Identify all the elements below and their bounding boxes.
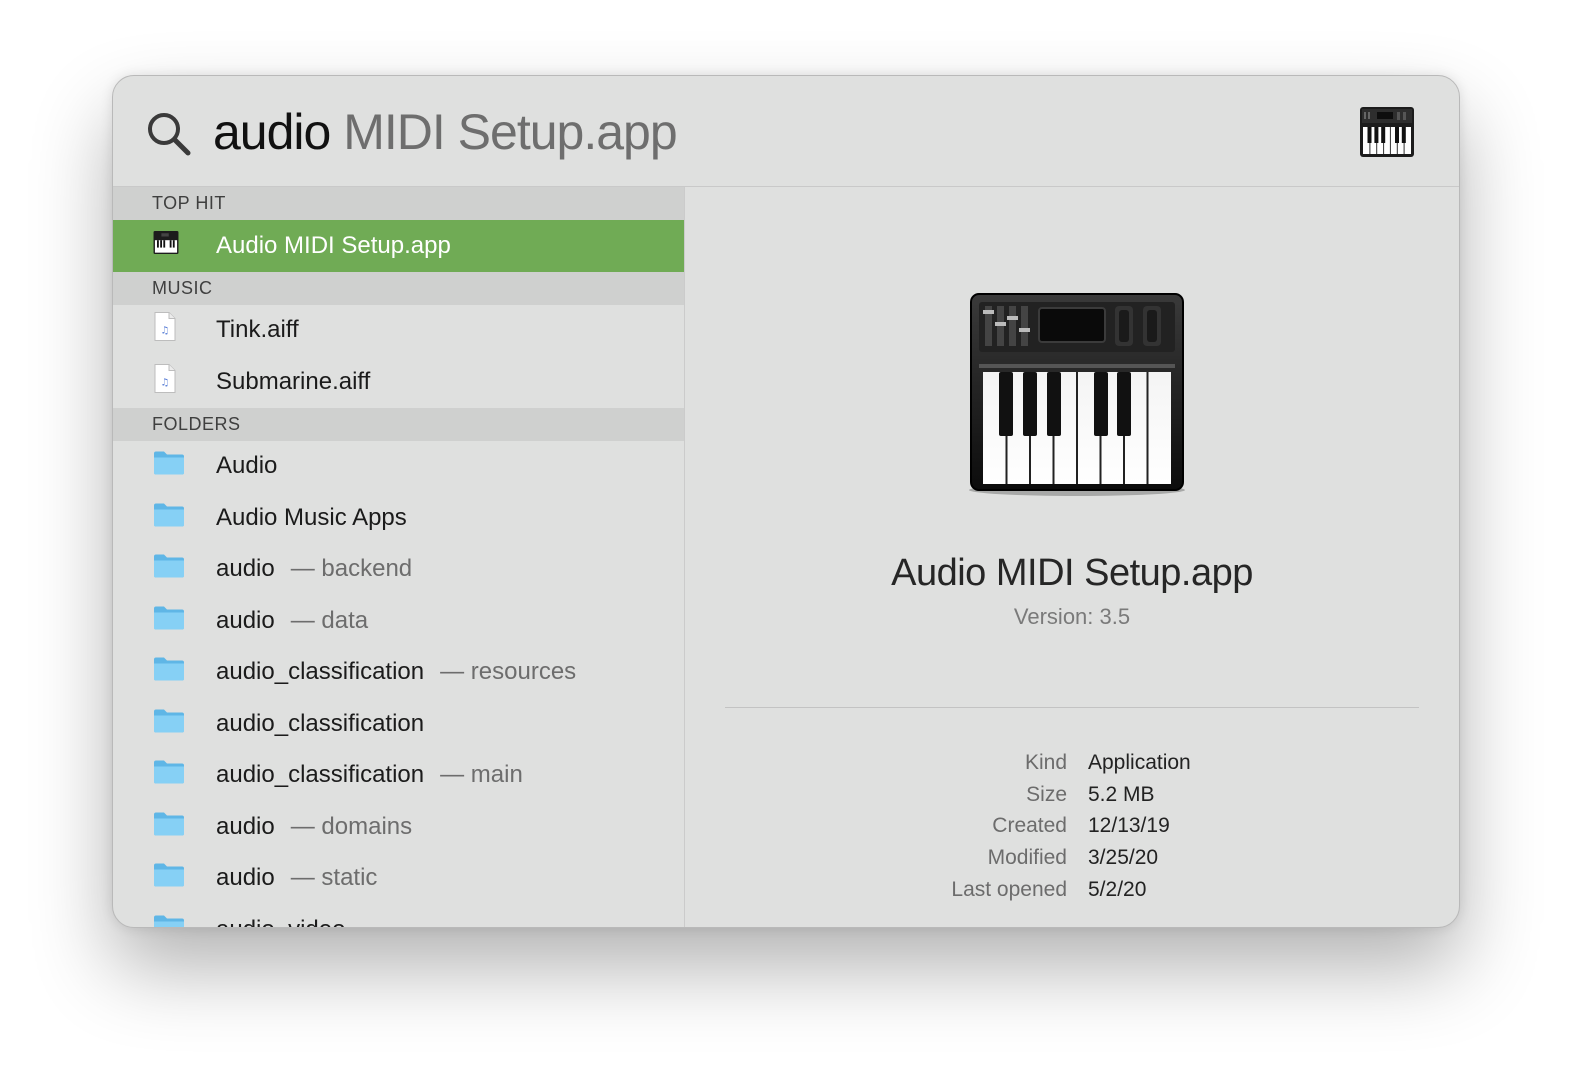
result-item-folder[interactable]: audio_classification — main bbox=[113, 750, 684, 802]
section-header-music: MUSIC bbox=[113, 271, 684, 305]
result-label: audio_classification — resources bbox=[216, 658, 577, 686]
search-bar[interactable]: audio MIDI Setup.app bbox=[113, 76, 1459, 187]
metadata-value: Application bbox=[1088, 751, 1191, 774]
metadata-key: Created bbox=[992, 814, 1067, 838]
result-label: Tink.aiff bbox=[216, 316, 299, 344]
metadata-table: Kind Application Size 5.2 MB Created 12/… bbox=[685, 747, 1459, 905]
metadata-row-modified: Modified 3/25/20 bbox=[685, 842, 1459, 874]
result-label: audio_video bbox=[216, 916, 361, 927]
audio-file-icon: ♫ bbox=[153, 363, 177, 400]
preview-version: Version: 3.5 bbox=[1013, 604, 1131, 629]
result-item-folder[interactable]: audio_video bbox=[113, 904, 684, 927]
svg-text:♫: ♫ bbox=[161, 326, 170, 337]
audio-file-icon: ♫ bbox=[153, 312, 177, 349]
result-item-folder[interactable]: audio_classification — resources bbox=[113, 647, 684, 699]
folder-icon bbox=[153, 913, 185, 927]
result-item-tink[interactable]: ♫ Tink.aiff bbox=[113, 305, 684, 357]
metadata-value: 5/2/20 bbox=[1088, 877, 1147, 901]
metadata-row-kind: Kind Application bbox=[685, 747, 1459, 779]
metadata-value: 5.2 MB bbox=[1088, 782, 1155, 806]
section-header-top-hit: TOP HIT bbox=[113, 187, 684, 220]
metadata-key: Size bbox=[1026, 782, 1067, 806]
result-label: Audio Music Apps bbox=[216, 503, 407, 531]
result-item-folder[interactable]: Audio Music Apps bbox=[113, 492, 684, 544]
metadata-key: Kind bbox=[1024, 751, 1067, 774]
section-header-folders: FOLDERS bbox=[113, 407, 684, 441]
piano-app-icon bbox=[1360, 107, 1414, 157]
result-label: Audio bbox=[216, 452, 278, 480]
folder-icon bbox=[153, 862, 185, 895]
folder-icon bbox=[153, 450, 185, 483]
result-label: audio — backend bbox=[216, 555, 413, 583]
metadata-row-size: Size 5.2 MB bbox=[685, 779, 1459, 811]
preview-divider bbox=[725, 707, 1419, 708]
result-item-folder[interactable]: audio — static bbox=[113, 853, 684, 905]
search-input[interactable]: audio MIDI Setup.app bbox=[213, 102, 678, 162]
svg-text:♫: ♫ bbox=[161, 377, 170, 388]
piano-app-icon bbox=[969, 293, 1185, 496]
search-query-completion: MIDI Setup.app bbox=[330, 104, 677, 160]
folder-icon bbox=[153, 553, 185, 586]
folder-icon bbox=[153, 707, 185, 740]
preview-title: Audio MIDI Setup.app bbox=[891, 552, 1253, 594]
folder-icon bbox=[153, 604, 185, 637]
result-item-folder[interactable]: audio — backend bbox=[113, 544, 684, 596]
result-label: audio_classification — main bbox=[216, 761, 523, 789]
preview-pane: Audio MIDI Setup.app Version: 3.5 Kind A… bbox=[685, 187, 1459, 927]
metadata-value: 12/13/19 bbox=[1088, 814, 1170, 838]
result-label: audio — data bbox=[216, 606, 369, 634]
folder-icon bbox=[153, 656, 185, 689]
metadata-row-last-opened: Last opened 5/2/20 bbox=[685, 874, 1459, 906]
result-label: audio_classification bbox=[216, 709, 425, 737]
piano-app-icon bbox=[153, 230, 179, 261]
result-item-submarine[interactable]: ♫ Submarine.aiff bbox=[113, 356, 684, 408]
result-item-folder[interactable]: audio — data bbox=[113, 595, 684, 647]
results-list: TOP HIT Audio MIDI Setup.app MUSIC ♫ Tin… bbox=[113, 187, 685, 927]
result-label: Submarine.aiff bbox=[216, 367, 371, 395]
search-icon bbox=[148, 113, 191, 156]
search-query-typed: audio bbox=[213, 104, 331, 160]
metadata-value: 3/25/20 bbox=[1088, 846, 1159, 870]
spotlight-window: audio MIDI Setup.app TOP HIT Audio MIDI … bbox=[112, 75, 1460, 928]
result-item-audio-midi-setup[interactable]: Audio MIDI Setup.app bbox=[113, 220, 684, 272]
result-label: audio — static bbox=[216, 864, 378, 892]
metadata-row-created: Created 12/13/19 bbox=[685, 810, 1459, 842]
result-label: audio — domains bbox=[216, 812, 413, 840]
result-item-folder[interactable]: audio_classification bbox=[113, 698, 684, 750]
folder-icon bbox=[153, 501, 185, 534]
metadata-key: Last opened bbox=[951, 877, 1067, 901]
folder-icon bbox=[153, 759, 185, 792]
result-item-folder[interactable]: Audio bbox=[113, 441, 684, 493]
metadata-key: Modified bbox=[987, 846, 1067, 870]
folder-icon bbox=[153, 810, 185, 843]
result-label: Audio MIDI Setup.app bbox=[216, 231, 451, 259]
result-item-folder[interactable]: audio — domains bbox=[113, 801, 684, 853]
